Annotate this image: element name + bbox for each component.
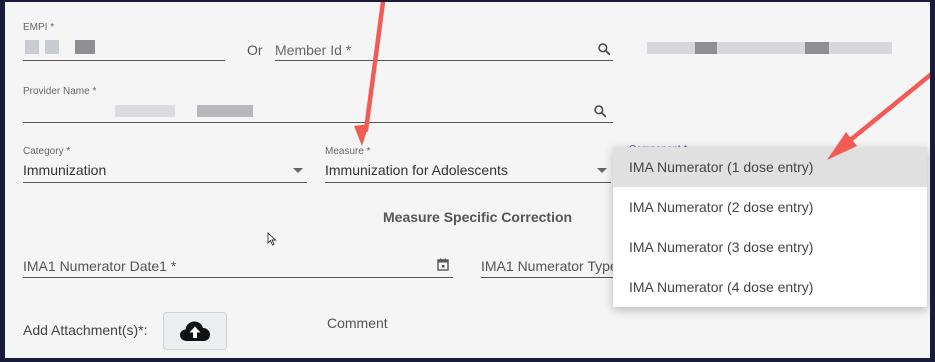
annotation-arrows bbox=[354, 2, 930, 160]
annotation-arrow bbox=[827, 72, 930, 160]
annotation-arrow bbox=[354, 2, 386, 146]
form-frame: EMPI * Or Member Id * Provider Name * Ca… bbox=[3, 0, 932, 360]
